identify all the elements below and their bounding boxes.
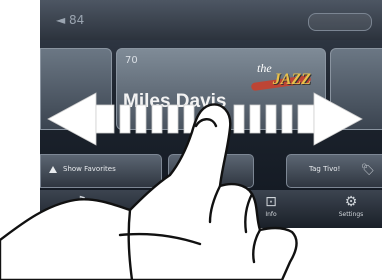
hand-pointer-icon — [0, 103, 298, 280]
hand-outline — [0, 103, 298, 280]
